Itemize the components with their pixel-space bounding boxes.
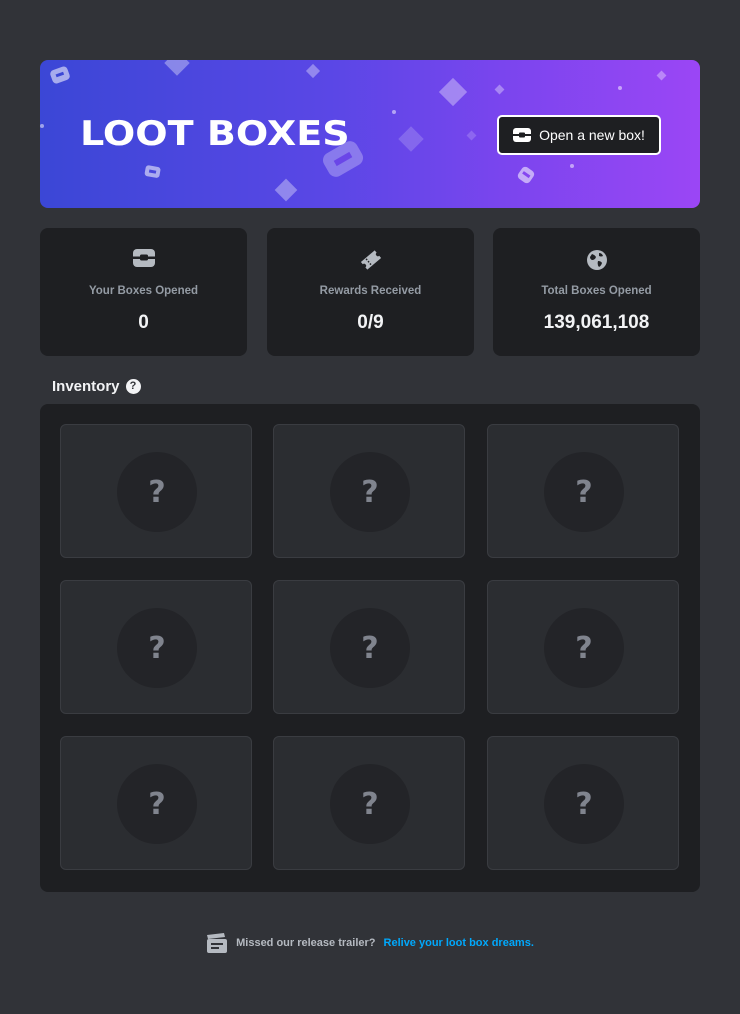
unknown-item-icon: ?	[330, 764, 410, 844]
diamond-decoration	[398, 126, 424, 152]
sparkle-decoration	[618, 86, 622, 90]
question-icon[interactable]: ?	[125, 378, 141, 394]
inventory-slot[interactable]: ?	[60, 736, 252, 870]
trailer-link[interactable]: Relive your loot box dreams.	[384, 937, 534, 949]
stat-label: Your Boxes Opened	[88, 285, 199, 297]
sparkle-decoration	[392, 110, 396, 114]
stat-value: 0	[138, 312, 149, 333]
loot-box-icon	[132, 249, 155, 267]
stat-card-total-boxes-opened: Total Boxes Opened 139,061,108	[493, 228, 700, 356]
unknown-item-icon: ?	[117, 452, 197, 532]
sparkle-decoration	[40, 124, 44, 128]
inventory-slot[interactable]: ?	[487, 736, 679, 870]
diamond-decoration	[466, 130, 477, 141]
inventory-slot[interactable]: ?	[273, 736, 465, 870]
sparkle-decoration	[570, 164, 574, 168]
banner-title: LOOT BOXES	[80, 114, 350, 154]
loot-box-decoration	[144, 165, 161, 178]
inventory-grid: ? ? ? ? ? ? ? ? ?	[40, 404, 700, 892]
globe-icon	[586, 250, 607, 270]
inventory-slot[interactable]: ?	[487, 424, 679, 558]
inventory-slot[interactable]: ?	[273, 424, 465, 558]
clapperboard-icon	[207, 933, 228, 953]
unknown-item-icon: ?	[117, 608, 197, 688]
loot-boxes-banner: LOOT BOXES Open a new box!	[40, 60, 700, 208]
diamond-decoration	[438, 77, 468, 107]
unknown-item-icon: ?	[330, 452, 410, 532]
inventory-slot[interactable]: ?	[60, 424, 252, 558]
open-new-box-button[interactable]: Open a new box!	[497, 115, 661, 155]
stat-card-your-boxes-opened: Your Boxes Opened 0	[40, 228, 247, 356]
stat-card-rewards-received: Rewards Received 0/9	[267, 228, 474, 356]
footer-text: Missed our release trailer?	[236, 937, 376, 949]
loot-box-decoration	[517, 166, 535, 184]
diamond-decoration	[274, 178, 298, 202]
inventory-slot[interactable]: ?	[487, 580, 679, 714]
unknown-item-icon: ?	[330, 608, 410, 688]
diamond-decoration	[494, 84, 505, 95]
diamond-decoration	[164, 60, 190, 76]
loot-box-decoration	[50, 66, 70, 84]
trailer-footer: Missed our release trailer? Relive your …	[0, 932, 740, 954]
loot-box-icon	[513, 128, 532, 142]
diamond-decoration	[305, 63, 321, 79]
diamond-decoration	[656, 70, 667, 81]
ticket-icon	[360, 250, 381, 270]
unknown-item-icon: ?	[544, 452, 624, 532]
inventory-slot[interactable]: ?	[273, 580, 465, 714]
stat-label: Total Boxes Opened	[541, 285, 652, 297]
stat-value: 0/9	[357, 312, 384, 333]
unknown-item-icon: ?	[544, 608, 624, 688]
open-new-box-label: Open a new box!	[539, 127, 645, 143]
inventory-title: Inventory	[52, 377, 120, 395]
stat-label: Rewards Received	[319, 285, 422, 297]
unknown-item-icon: ?	[544, 764, 624, 844]
inventory-slot[interactable]: ?	[60, 580, 252, 714]
inventory-header: Inventory ?	[52, 376, 141, 396]
unknown-item-icon: ?	[117, 764, 197, 844]
stat-value: 139,061,108	[543, 312, 650, 333]
